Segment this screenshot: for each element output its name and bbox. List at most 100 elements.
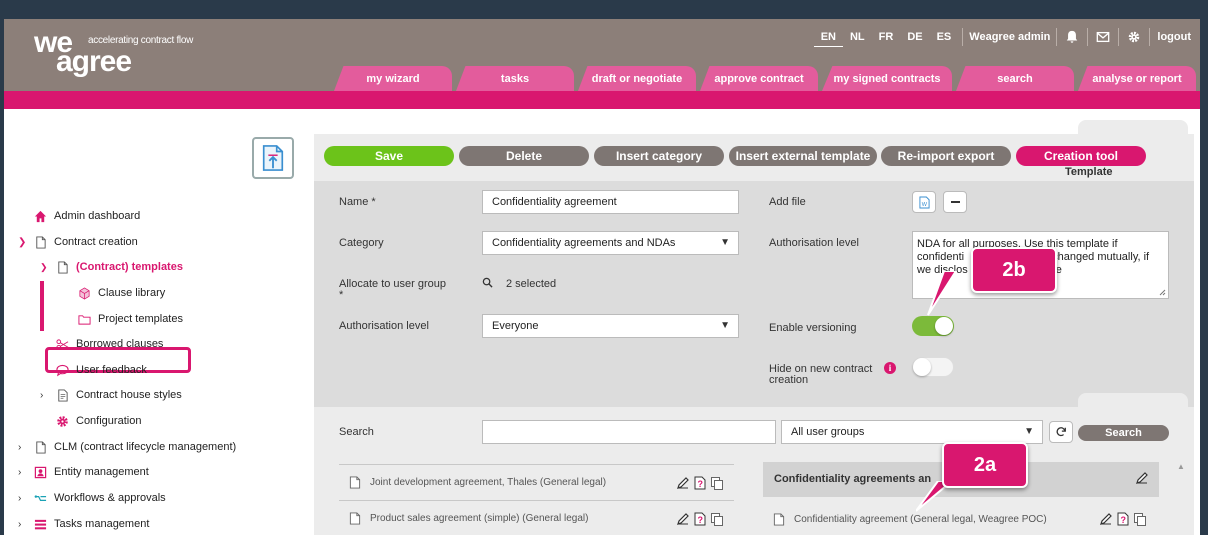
tab-draft-or-negotiate[interactable]: draft or negotiate: [578, 66, 696, 91]
browser-tab-shape: [1078, 393, 1188, 409]
refresh-icon: [1056, 427, 1066, 437]
add-file-label: Add file: [769, 196, 806, 208]
mail-icon[interactable]: [1095, 29, 1111, 45]
weagree-logo[interactable]: we agree accelerating contract flow: [34, 28, 193, 79]
list-item[interactable]: Joint development agreement, Thales (Gen…: [339, 464, 734, 500]
scroll-up-arrow[interactable]: ▲: [1177, 462, 1185, 471]
sidebar-item-contract-house-styles[interactable]: › Contract house styles: [40, 385, 182, 405]
hide-on-creation-toggle[interactable]: [912, 357, 954, 377]
list-item[interactable]: Confidentiality agreement (General legal…: [763, 501, 1159, 535]
tab-my-signed-contracts[interactable]: my signed contracts: [822, 66, 952, 91]
edit-icon[interactable]: [1135, 471, 1149, 488]
copy-icon[interactable]: [709, 511, 724, 527]
category-select[interactable]: Confidentiality agreements and NDAs: [482, 231, 739, 255]
sidebar-item-workflows-approvals[interactable]: › Workflows & approvals: [18, 488, 166, 508]
chevron-right-icon[interactable]: ›: [18, 467, 32, 478]
chevron-right-icon[interactable]: ›: [18, 519, 32, 530]
user-name[interactable]: Weagree admin: [967, 31, 1052, 43]
creation-tool-button[interactable]: Creation tool: [1016, 146, 1146, 166]
save-button[interactable]: Save: [324, 146, 454, 166]
sidebar-item-admin-dashboard[interactable]: Admin dashboard: [18, 206, 140, 226]
edit-icon[interactable]: [675, 511, 690, 527]
chevron-right-icon[interactable]: ›: [40, 390, 54, 401]
copy-icon[interactable]: [1132, 511, 1147, 527]
document-view-button[interactable]: [252, 137, 294, 179]
sidebar-item-contract-creation[interactable]: ❯ Contract creation: [18, 232, 138, 252]
search-icon[interactable]: [482, 277, 493, 291]
edit-icon[interactable]: [1098, 511, 1113, 527]
sidebar-item-project-templates[interactable]: Project templates: [62, 309, 183, 329]
lang-de[interactable]: DE: [900, 27, 929, 47]
lang-nl[interactable]: NL: [843, 27, 872, 47]
sidebar-item-label: Project templates: [98, 313, 183, 325]
refresh-button[interactable]: [1049, 421, 1073, 443]
list-item[interactable]: Product sales agreement (simple) (Genera…: [339, 500, 734, 535]
main-panel: Save Delete Insert category Insert exter…: [314, 120, 1194, 535]
copy-icon[interactable]: [709, 475, 724, 491]
insert-external-template-button[interactable]: Insert external template: [729, 146, 877, 166]
search-button[interactable]: Search: [1078, 425, 1169, 441]
sidebar-item-label: Admin dashboard: [54, 210, 141, 222]
auth-level-label: Authorisation level: [339, 320, 429, 332]
chevron-down-icon[interactable]: ❯: [18, 237, 32, 248]
contact-card-icon: [32, 465, 48, 479]
row-actions: ?: [675, 511, 724, 527]
document-icon: [349, 476, 363, 489]
chevron-down-icon[interactable]: ❯: [40, 262, 54, 273]
search-input[interactable]: [482, 420, 776, 444]
tab-search[interactable]: search: [956, 66, 1074, 91]
word-file-icon: W: [918, 196, 930, 208]
tab-analyse-or-report[interactable]: analyse or report: [1078, 66, 1196, 91]
allocate-value[interactable]: 2 selected: [506, 278, 556, 290]
chat-icon: [54, 363, 70, 377]
sidebar-item-contract-templates[interactable]: ❯ (Contract) templates: [40, 257, 183, 277]
lang-fr[interactable]: FR: [872, 27, 901, 47]
sidebar-item-label: (Contract) templates: [76, 261, 183, 273]
list-item-title: Joint development agreement, Thales (Gen…: [370, 477, 607, 488]
gear-icon[interactable]: [1126, 29, 1142, 45]
header: we agree accelerating contract flow EN N…: [4, 19, 1200, 91]
tab-tasks[interactable]: tasks: [456, 66, 574, 91]
name-field[interactable]: Confidentiality agreement: [482, 190, 739, 214]
reimport-export-button[interactable]: Re-import export: [881, 146, 1011, 166]
gear-icon: [54, 414, 70, 428]
svg-text:?: ?: [1120, 515, 1126, 525]
insert-category-button[interactable]: Insert category: [594, 146, 724, 166]
sidebar-item-borrowed-clauses[interactable]: Borrowed clauses: [40, 334, 163, 354]
logout-link[interactable]: logout: [1154, 31, 1194, 43]
delete-button[interactable]: Delete: [459, 146, 589, 166]
sidebar-item-user-feedback[interactable]: User feedback: [40, 360, 147, 380]
sidebar-item-label: Configuration: [76, 415, 142, 427]
sidebar-item-configuration[interactable]: Configuration: [40, 411, 141, 431]
remove-file-button[interactable]: [943, 191, 967, 213]
callout-2b-pointer: [927, 271, 958, 316]
logo-tagline: accelerating contract flow: [88, 35, 194, 46]
edit-icon[interactable]: [675, 475, 690, 491]
help-icon[interactable]: ?: [1115, 511, 1130, 527]
sidebar-item-clm[interactable]: › CLM (contract lifecycle management): [18, 437, 236, 457]
row-actions: ?: [1098, 511, 1147, 527]
lang-en[interactable]: EN: [813, 27, 843, 47]
sidebar-item-entity-management[interactable]: › Entity management: [18, 462, 149, 482]
svg-text:?: ?: [697, 515, 703, 525]
tab-my-wizard[interactable]: my wizard: [334, 66, 452, 91]
list-item-title: Product sales agreement (simple) (Genera…: [370, 513, 589, 524]
chevron-right-icon[interactable]: ›: [18, 442, 32, 453]
chevron-right-icon[interactable]: ›: [18, 493, 32, 504]
templates-branch-line: [40, 281, 44, 331]
scissors-icon: [54, 337, 70, 351]
bell-icon[interactable]: [1064, 29, 1080, 45]
help-icon[interactable]: ?: [692, 475, 707, 491]
add-file-button[interactable]: W: [912, 191, 936, 213]
divider: [1118, 28, 1120, 46]
help-icon[interactable]: ?: [692, 511, 707, 527]
divider: [1056, 28, 1058, 46]
resize-handle-icon[interactable]: [1159, 289, 1166, 296]
user-groups-select[interactable]: All user groups: [781, 420, 1043, 444]
lang-es[interactable]: ES: [930, 27, 959, 47]
info-icon[interactable]: i: [884, 362, 896, 374]
tab-approve-contract[interactable]: approve contract: [700, 66, 818, 91]
auth-level-select[interactable]: Everyone: [482, 314, 739, 338]
sidebar-item-clause-library[interactable]: Clause library: [62, 283, 165, 303]
sidebar-item-tasks-management[interactable]: › Tasks management: [18, 514, 149, 534]
